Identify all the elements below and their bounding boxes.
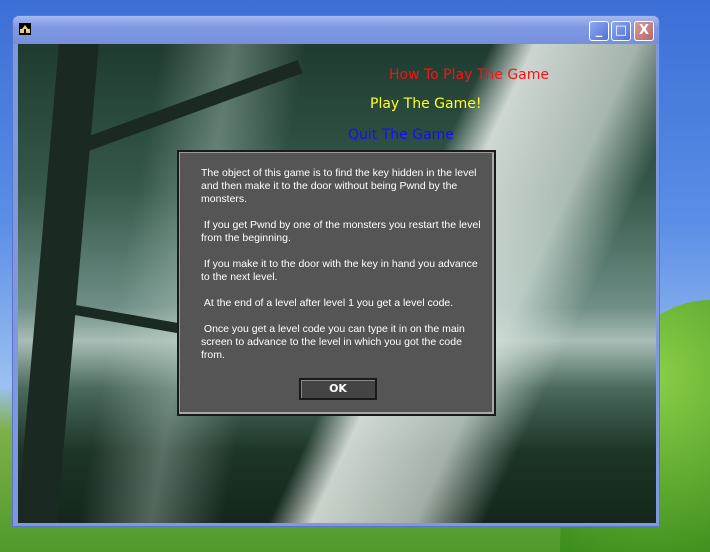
close-button[interactable]: X [634,21,654,41]
ok-button[interactable]: OK [299,378,377,400]
how-to-play-button[interactable]: How To Play The Game [389,67,549,83]
instructions-text: The object of this game is to find the k… [201,167,481,361]
play-game-button[interactable]: Play The Game! [370,96,481,112]
title-bar[interactable]: _ □ X [13,16,659,44]
tree-trunk [18,44,99,523]
app-icon[interactable] [19,23,31,35]
minimize-button[interactable]: _ [589,21,609,41]
how-to-play-dialog: The object of this game is to find the k… [177,150,496,416]
maximize-button[interactable]: □ [611,21,631,41]
quit-game-button[interactable]: Quit The Game [348,127,454,143]
